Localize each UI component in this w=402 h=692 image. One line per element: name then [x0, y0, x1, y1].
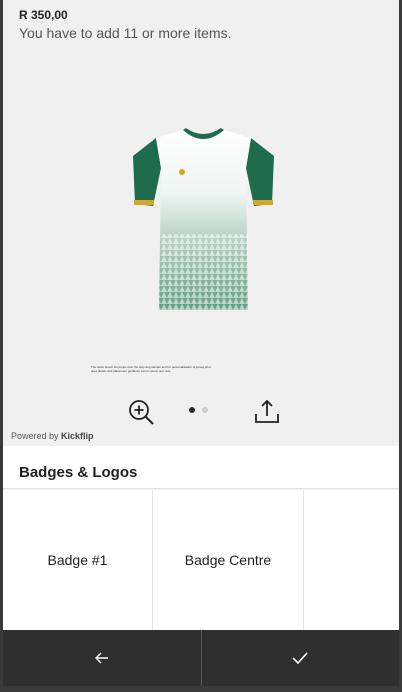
carousel-dot-2[interactable]: [202, 407, 208, 413]
share-icon[interactable]: [253, 397, 281, 425]
section-header: Badges & Logos: [3, 446, 399, 489]
arrow-left-icon: [94, 652, 108, 664]
bottom-edge: [0, 686, 402, 692]
print-disclaimer: The quick brown fox jumps over the lazy …: [91, 365, 211, 373]
product-price: R 350,00: [19, 8, 68, 22]
badge-option-centre[interactable]: Badge Centre: [153, 490, 304, 630]
back-button[interactable]: [3, 630, 202, 686]
carousel-dots[interactable]: [189, 407, 208, 413]
badge-options: Badge #1 Badge Centre: [3, 490, 399, 630]
powered-prefix: Powered by: [11, 431, 62, 441]
carousel-dot-1[interactable]: [189, 407, 195, 413]
jersey-image: [133, 128, 274, 310]
product-preview: R 350,00 You have to add 11 or more item…: [3, 0, 399, 446]
section-title: Badges & Logos: [19, 464, 138, 481]
bottom-action-bar: [3, 630, 399, 686]
confirm-button[interactable]: [202, 630, 400, 686]
powered-brand[interactable]: Kickflip: [61, 431, 94, 441]
badge-option-3[interactable]: [304, 490, 399, 630]
zoom-in-icon[interactable]: [127, 398, 155, 426]
check-icon: [292, 652, 308, 665]
powered-by: Powered by Kickflip: [11, 431, 94, 441]
badge-option-1[interactable]: Badge #1: [3, 490, 153, 630]
minimum-quantity-message: You have to add 11 or more items.: [19, 25, 232, 41]
